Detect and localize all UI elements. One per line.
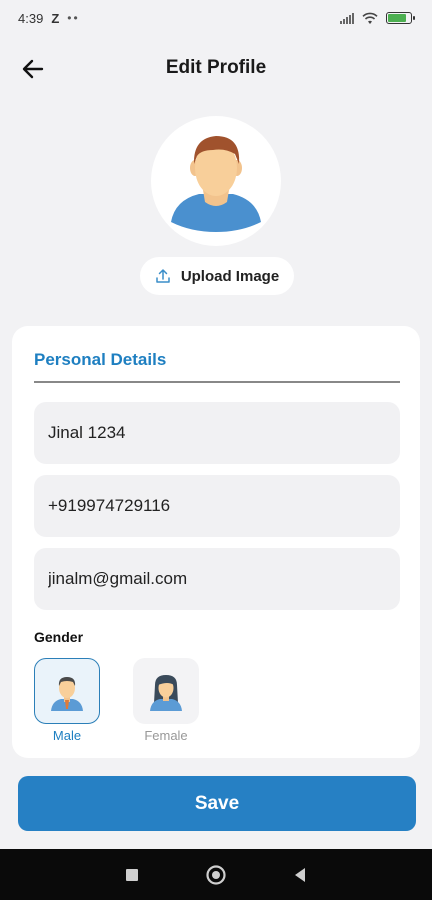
header: Edit Profile: [0, 48, 432, 88]
recents-button[interactable]: [117, 860, 147, 890]
page-title: Edit Profile: [165, 57, 267, 78]
email-field[interactable]: [34, 548, 400, 610]
system-nav-bar: [0, 849, 432, 900]
male-avatar-icon: [51, 677, 83, 711]
profile-avatar[interactable]: [151, 116, 281, 246]
square-icon: [126, 868, 138, 881]
arrow-left-icon: [22, 59, 44, 79]
status-right: [340, 12, 415, 25]
status-bar: 4:39 Z ••: [0, 0, 432, 36]
triangle-back-icon: [295, 867, 305, 882]
gender-option-male[interactable]: [34, 658, 100, 724]
home-button[interactable]: [201, 860, 231, 890]
circle-icon: [206, 864, 226, 885]
signal-icon: [340, 12, 354, 24]
section-divider: [34, 381, 400, 383]
back-button[interactable]: [18, 54, 48, 84]
phone-field[interactable]: [34, 475, 400, 537]
gender-label: Gender: [34, 629, 84, 645]
gender-label-male: Male: [52, 728, 82, 743]
upload-image-button[interactable]: Upload Image: [140, 257, 294, 295]
status-time: 4:39: [18, 10, 44, 26]
save-button[interactable]: Save: [18, 776, 416, 831]
male-avatar-icon: [171, 136, 261, 232]
female-avatar-icon: [150, 675, 182, 711]
name-field[interactable]: [34, 402, 400, 464]
personal-details-card: Personal Details Gender Male Female: [12, 326, 420, 758]
battery-icon: [386, 12, 415, 24]
section-title: Personal Details: [34, 350, 167, 369]
gender-label-female: Female: [144, 728, 188, 743]
upload-image-label: Upload Image: [180, 267, 280, 285]
wifi-icon: [362, 12, 378, 24]
status-left: 4:39 Z ••: [18, 11, 80, 26]
back-nav-button[interactable]: [285, 860, 315, 890]
upload-icon: [156, 269, 170, 283]
notification-dots: ••: [67, 11, 80, 25]
carrier-icon: Z: [51, 10, 60, 26]
gender-option-female[interactable]: [133, 658, 199, 724]
